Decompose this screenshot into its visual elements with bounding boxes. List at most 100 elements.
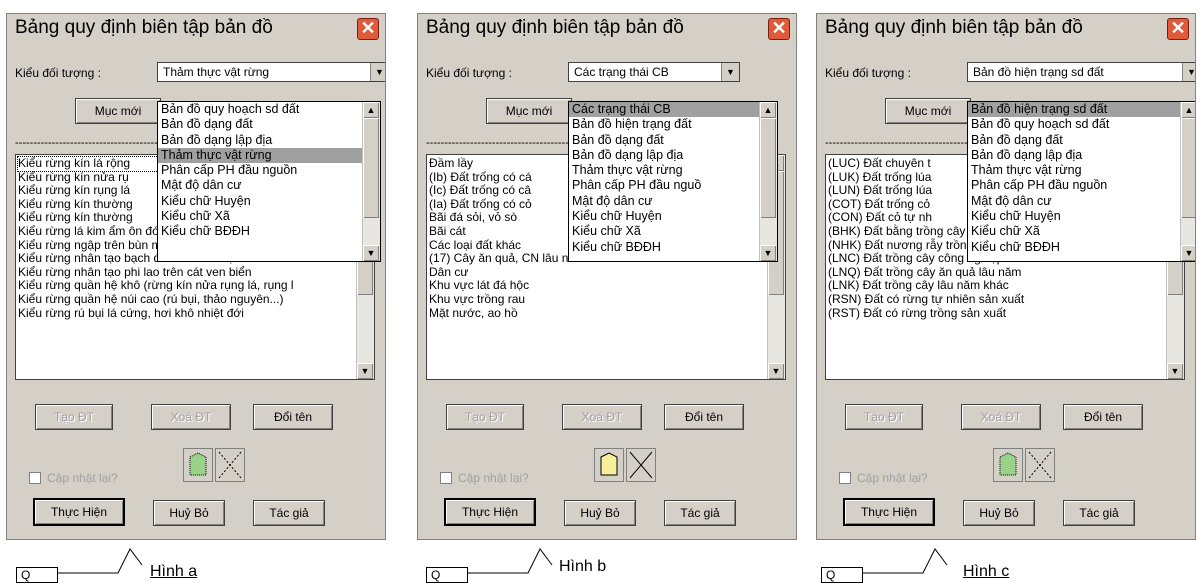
delete-button[interactable]: Xoá ĐT	[562, 404, 642, 430]
update-checkbox[interactable]	[839, 472, 851, 484]
cancel-button[interactable]: Huỷ Bỏ	[963, 500, 1035, 526]
author-button[interactable]: Tác giả	[253, 500, 325, 526]
scroll-down-icon[interactable]: ▼	[760, 245, 776, 261]
dropdown-option[interactable]: Mật độ dân cư	[968, 194, 1195, 209]
list-item[interactable]: Các loại đất khác	[429, 238, 585, 253]
execute-button[interactable]: Thực Hiện	[843, 498, 935, 526]
chevron-down-icon[interactable]: ▼	[1182, 63, 1195, 81]
list-item[interactable]: (LNK) Đất trồng cây lâu năm khác	[828, 279, 1081, 293]
area-symbol-icon[interactable]	[183, 448, 213, 482]
dropdown-option[interactable]: Bản đồ dạng lập địa	[569, 148, 777, 163]
dropdown-option[interactable]: Các trạng thái CB	[569, 102, 777, 118]
rename-button[interactable]: Đổi tên	[253, 404, 333, 430]
dropdown-option[interactable]: Bản đồ dạng lập địa	[158, 133, 380, 148]
dropdown-option[interactable]: Bản đồ dạng đất	[569, 133, 777, 148]
object-type-dropdown[interactable]: Các trạng thái CB Bản đồ hiện trạng đất Bả…	[568, 101, 778, 262]
scroll-up-icon[interactable]: ▲	[363, 102, 379, 118]
dropdown-option[interactable]: Mật độ dân cư	[569, 194, 777, 209]
dropdown-option[interactable]: Thảm thực vật rừng	[968, 163, 1195, 178]
dropdown-option[interactable]: Mật độ dân cư	[158, 178, 380, 193]
dropdown-option[interactable]: Kiểu chữ Xã	[158, 209, 380, 224]
dropdown-option[interactable]: Bản đồ dạng đất	[158, 117, 380, 132]
dropdown-option[interactable]: Bản đồ dạng đất	[968, 133, 1195, 148]
area-symbol-icon[interactable]	[993, 448, 1023, 482]
scroll-up-icon[interactable]: ▲	[760, 102, 776, 118]
rename-button[interactable]: Đổi tên	[1063, 404, 1143, 430]
list-item[interactable]: Mặt nước, ao hồ	[429, 306, 585, 321]
dropdown-option[interactable]: Bản đồ quy hoạch sd đất	[968, 117, 1195, 132]
dropdown-option[interactable]: Phân cấp PH đầu nguồ	[569, 178, 777, 193]
dropdown-option[interactable]: Phân cấp PH đầu nguồn	[968, 178, 1195, 193]
execute-button[interactable]: Thực Hiện	[444, 498, 536, 526]
execute-button[interactable]: Thực Hiện	[33, 498, 125, 526]
cancel-button[interactable]: Huỷ Bỏ	[153, 500, 225, 526]
create-button[interactable]: Tạo ĐT	[446, 404, 524, 430]
cross-symbol-icon[interactable]	[215, 448, 245, 482]
list-item[interactable]: Đầm lầy	[429, 156, 585, 171]
dropdown-option[interactable]: Bản đồ hiện trạng sd đất	[968, 102, 1195, 118]
update-checkbox[interactable]	[440, 472, 452, 484]
list-item[interactable]: Kiểu rừng quần hệ khô (rừng kín nửa rụng…	[18, 279, 294, 293]
dropdown-option[interactable]: Kiểu chữ BĐĐH	[158, 224, 380, 239]
dropdown-option[interactable]: Thảm thực vật rừng	[569, 163, 777, 178]
list-item[interactable]: (Ib) Đất trống có cá	[429, 170, 585, 185]
scroll-down-icon[interactable]: ▼	[363, 245, 379, 261]
list-item[interactable]: (LNQ) Đất trồng cây ăn quả lâu năm	[828, 265, 1081, 280]
scroll-down-icon[interactable]: ▼	[1181, 245, 1195, 261]
list-item[interactable]: Bãi đá sỏi, vỏ sò	[429, 211, 585, 225]
rename-button[interactable]: Đổi tên	[664, 404, 744, 430]
list-item[interactable]: (17) Cây ăn quả, CN lâu năm	[429, 252, 585, 266]
dropdown-option[interactable]: Kiểu chữ Xã	[569, 224, 777, 239]
cancel-button[interactable]: Huỷ Bỏ	[564, 500, 636, 526]
list-item[interactable]: Khu vực lát đá hộc	[429, 279, 585, 293]
list-item[interactable]: Kiểu rừng rú bụi lá cứng, hơi khô nhiệt …	[18, 306, 294, 321]
object-type-dropdown[interactable]: Bản đồ quy hoạch sd đất Bản đồ dạng đất Bả…	[157, 101, 381, 262]
list-item[interactable]: (Ic) Đất trống có câ	[429, 184, 585, 198]
dropdown-option[interactable]: Kiểu chữ Huyện	[968, 209, 1195, 224]
dropdown-option[interactable]: Bản đồ hiện trạng đất	[569, 117, 777, 132]
dropdown-option[interactable]: Kiểu chữ Huyện	[569, 209, 777, 224]
object-type-select[interactable]: Thảm thực vật rừng ▼	[157, 62, 385, 82]
dropdown-scrollbar[interactable]: ▲ ▼	[1180, 102, 1195, 261]
list-item[interactable]: Khu vực trồng rau	[429, 292, 585, 307]
author-button[interactable]: Tác giả	[1063, 500, 1135, 526]
dropdown-option[interactable]: Bản đồ quy hoạch sd đất	[158, 102, 380, 117]
delete-button[interactable]: Xoá ĐT	[151, 404, 231, 430]
list-item[interactable]: Kiểu rừng nhân tạo phi lao trên cát ven …	[18, 265, 294, 280]
list-item[interactable]: Bãi cát	[429, 224, 585, 239]
list-item[interactable]: (RSN) Đất có rừng tự nhiên sản xuất	[828, 292, 1081, 307]
list-item[interactable]: (RST) Đất có rừng trồng sản xuất	[828, 306, 1081, 321]
scroll-down-icon[interactable]: ▼	[357, 363, 373, 379]
area-symbol-icon[interactable]	[594, 448, 624, 482]
dropdown-option[interactable]: Thảm thực vật rừng	[158, 147, 380, 164]
chevron-down-icon[interactable]: ▼	[370, 63, 385, 81]
scroll-up-icon[interactable]: ▲	[1181, 102, 1195, 118]
update-checkbox[interactable]	[29, 472, 41, 484]
dropdown-option[interactable]: Kiểu chữ BĐĐH	[968, 240, 1195, 255]
scroll-thumb[interactable]	[1181, 118, 1195, 218]
list-item[interactable]: Dân cư	[429, 265, 585, 280]
create-button[interactable]: Tạo ĐT	[35, 404, 113, 430]
dropdown-option[interactable]: Kiểu chữ BĐĐH	[569, 240, 777, 255]
new-item-button[interactable]: Mục mới	[486, 98, 572, 124]
scroll-down-icon[interactable]: ▼	[768, 363, 784, 379]
delete-button[interactable]: Xoá ĐT	[961, 404, 1041, 430]
chevron-down-icon[interactable]: ▼	[721, 63, 739, 81]
cross-symbol-icon[interactable]	[626, 448, 656, 482]
dropdown-option[interactable]: Kiểu chữ Xã	[968, 224, 1195, 239]
list-item[interactable]: Kiểu rừng quần hệ núi cao (rú bụi, thảo …	[18, 292, 294, 307]
object-type-dropdown[interactable]: Bản đồ hiện trạng sd đất Bản đồ quy hoạch…	[967, 101, 1195, 262]
cross-symbol-icon[interactable]	[1025, 448, 1055, 482]
list-item[interactable]: (Ia) Đất trống có cỏ	[429, 197, 585, 212]
dropdown-option[interactable]: Kiểu chữ Huyện	[158, 194, 380, 209]
object-type-select[interactable]: Bản đồ hiện trạng sd đất ▼	[967, 62, 1195, 82]
dropdown-scrollbar[interactable]: ▲ ▼	[362, 102, 380, 261]
dropdown-option[interactable]: Phân cấp PH đầu nguồn	[158, 163, 380, 178]
scroll-thumb[interactable]	[760, 118, 776, 218]
scroll-down-icon[interactable]: ▼	[1167, 363, 1183, 379]
close-button[interactable]: ✕	[768, 18, 790, 40]
close-button[interactable]: ✕	[357, 18, 379, 40]
close-button[interactable]: ✕	[1167, 18, 1189, 40]
new-item-button[interactable]: Mục mới	[75, 98, 161, 124]
author-button[interactable]: Tác giả	[664, 500, 736, 526]
